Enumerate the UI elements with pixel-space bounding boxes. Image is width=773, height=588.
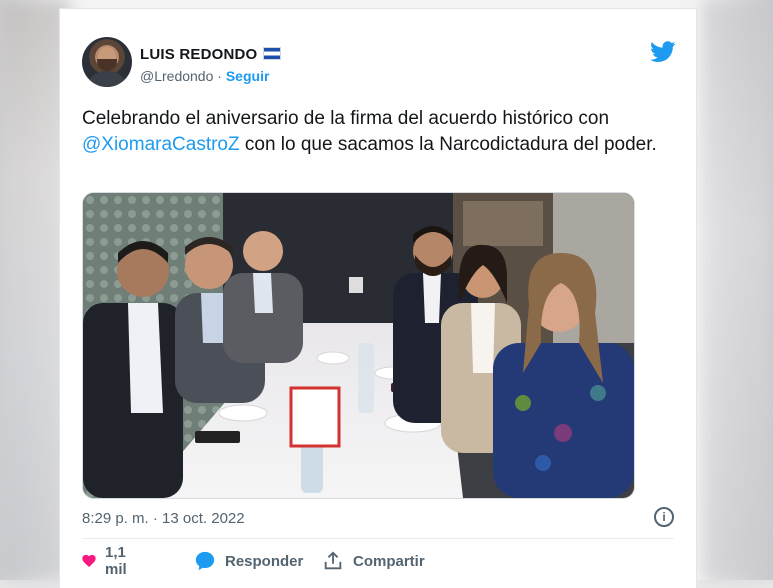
share-label: Compartir (353, 552, 425, 570)
share-icon (324, 551, 342, 570)
tweet-card: LUIS REDONDO @Lredondo · Seguir Celebran… (59, 8, 697, 588)
speech-bubble-icon (195, 551, 215, 571)
like-button[interactable]: 1,1 mil (82, 544, 135, 578)
reply-label: Responder (225, 552, 304, 570)
author-name-text[interactable]: LUIS REDONDO (140, 46, 257, 63)
tweet-text: Celebrando el aniversario de la firma de… (82, 106, 672, 158)
dinner-photo-illustration (83, 193, 634, 498)
mention-link[interactable]: @XiomaraCastroZ (82, 134, 240, 155)
like-count: 1,1 mil (104, 544, 127, 578)
tweet-timestamp[interactable]: 8:29 p. m. · 13 oct. 2022 (82, 510, 245, 527)
author-handle[interactable]: @Lredondo (140, 68, 213, 84)
follow-link[interactable]: Seguir (226, 68, 270, 84)
author-handle-line: @Lredondo · Seguir (140, 68, 269, 84)
reply-button[interactable]: Responder (194, 549, 303, 573)
author-name[interactable]: LUIS REDONDO (140, 46, 282, 63)
info-icon[interactable]: i (654, 507, 674, 527)
tweet-text-end: con lo que sacamos la Narcodictadura del… (239, 134, 657, 155)
avatar[interactable] (82, 37, 132, 87)
heart-icon (82, 554, 96, 568)
tweet-text-start: Celebrando el aniversario de la firma de… (82, 108, 610, 129)
honduras-flag-icon (263, 47, 282, 60)
divider (82, 538, 674, 539)
share-button[interactable]: Compartir (322, 549, 425, 573)
tweet-header: LUIS REDONDO @Lredondo · Seguir (82, 37, 676, 93)
tweet-photo[interactable] (82, 192, 635, 499)
twitter-bird-icon[interactable] (650, 41, 676, 63)
handle-separator: · (217, 68, 222, 84)
